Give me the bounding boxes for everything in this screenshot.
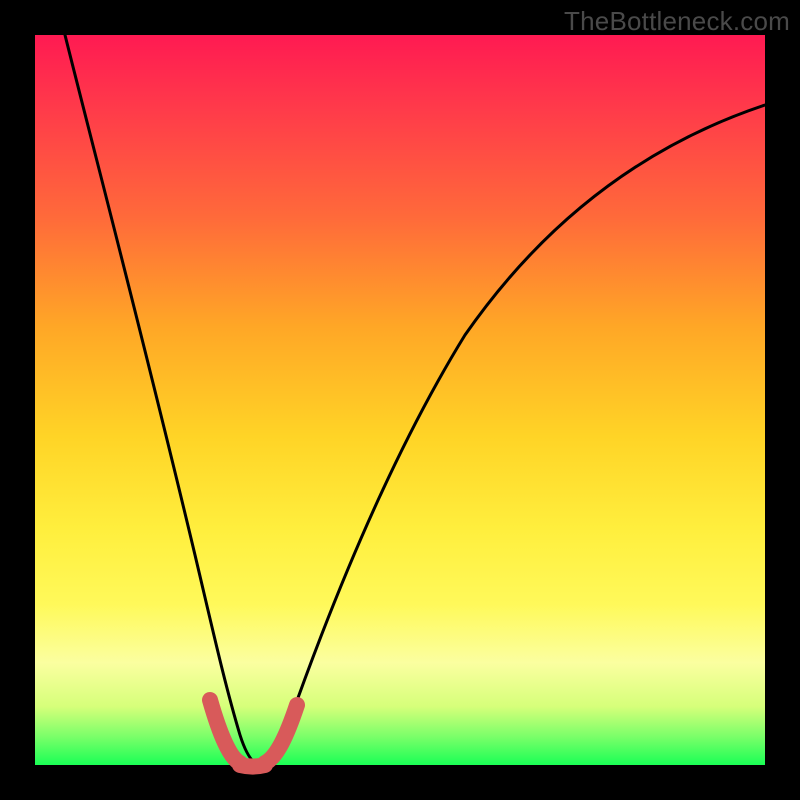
highlight-valley — [210, 700, 297, 767]
bottleneck-curve — [65, 35, 765, 765]
curve-layer — [35, 35, 765, 765]
chart-stage: TheBottleneck.com — [0, 0, 800, 800]
watermark: TheBottleneck.com — [564, 6, 790, 37]
